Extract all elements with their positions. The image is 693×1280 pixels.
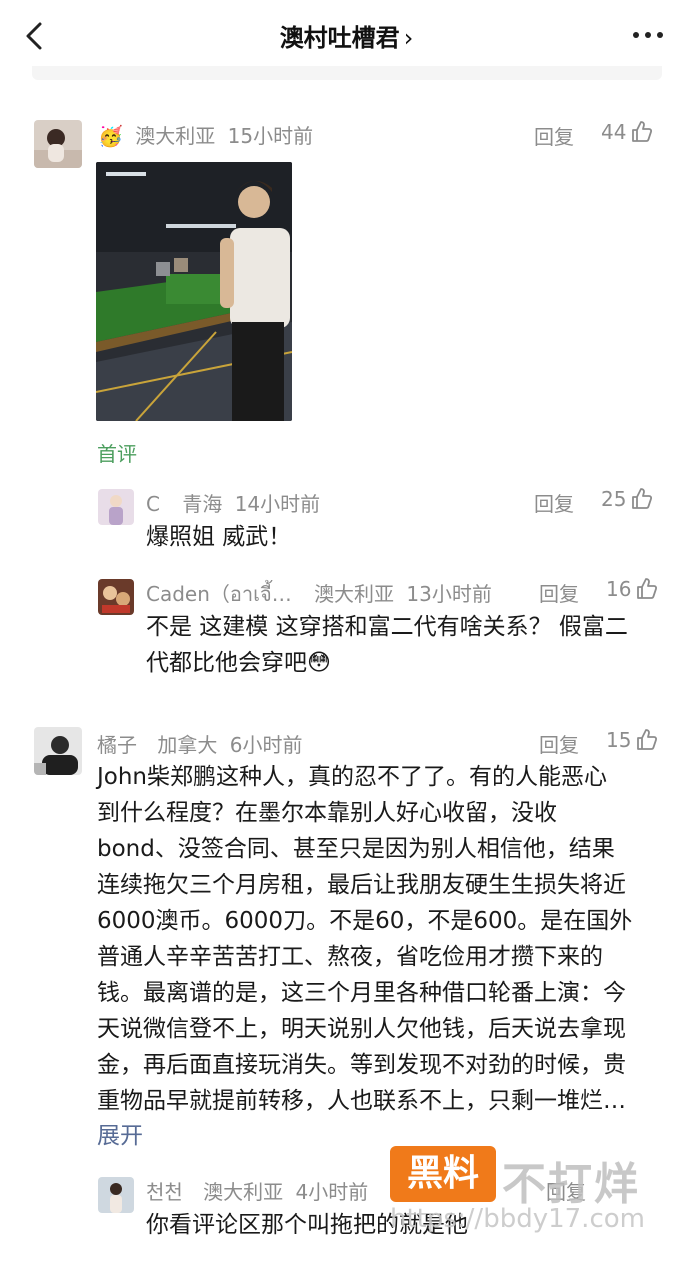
- more-dots-icon[interactable]: [631, 26, 665, 44]
- reply-location: 澳大利亚: [314, 582, 395, 606]
- comment-text-line: 普通人辛辛苦苦打工、熬夜，省吃俭用才攒下来的: [97, 944, 603, 970]
- comment-time: 15小时前: [227, 124, 314, 148]
- header-divider: [32, 66, 662, 80]
- reply-username: Caden（อาเจี้…: [146, 582, 292, 606]
- page-title[interactable]: 澳村吐槽君 ›: [0, 18, 693, 53]
- reply-text-line: 代都比他会穿吧😳: [146, 650, 331, 676]
- reply-meta: 천천 澳大利亚 4小时前: [146, 1176, 374, 1205]
- comment-location: 加拿大: [157, 733, 218, 757]
- title-chevron-icon: ›: [403, 24, 414, 52]
- avatar[interactable]: [98, 489, 134, 525]
- like-button[interactable]: 16: [606, 577, 659, 601]
- reply-time: 14小时前: [234, 492, 321, 516]
- like-count: 15: [606, 728, 632, 752]
- top-bar: 澳村吐槽君 ›: [0, 0, 693, 72]
- comment-text-line: John柴郑鹏这种人，真的忍不了了。有的人能恶心: [97, 764, 608, 790]
- expand-link[interactable]: 展开: [97, 1118, 143, 1154]
- like-count: 25: [601, 487, 627, 511]
- thumbs-up-icon: [637, 578, 658, 599]
- like-button[interactable]: 44: [601, 120, 654, 144]
- reply-meta: Caden（อาเจี้… 澳大利亚 13小时前: [146, 578, 498, 610]
- comment-text-line: 连续拖欠三个月房租，最后让我朋友硬生生损失将近: [97, 872, 626, 898]
- reply-text: 爆照姐 威武！: [146, 524, 292, 550]
- comment-text-line: 到什么程度？在墨尔本靠别人好心收留，没收: [97, 800, 557, 826]
- reply-button[interactable]: 回复: [546, 1176, 586, 1205]
- reply-username: C: [146, 492, 160, 516]
- reply-time: 4小时前: [295, 1180, 369, 1204]
- comment-text-line: 金，再后面直接玩消失。等到发现不对劲的时候，贵: [97, 1052, 626, 1078]
- reply-button[interactable]: 回复: [539, 729, 579, 758]
- comment-text-line: 钱。最离谱的是，这三个月里各种借口轮番上演：今: [97, 980, 626, 1006]
- comment-meta: 橘子 加拿大 6小时前: [97, 729, 308, 758]
- like-button[interactable]: 25: [601, 487, 654, 511]
- page-title-text: 澳村吐槽君: [279, 24, 400, 52]
- like-count: 44: [601, 120, 627, 144]
- comment-text-line: 天说微信登不上，明天说别人欠他钱，后天说去拿现: [97, 1016, 626, 1042]
- avatar[interactable]: [98, 579, 134, 615]
- reply-meta: C 青海 14小时前: [146, 488, 326, 517]
- comment-text-line: 6000澳币。6000刀。不是60，不是600。是在国外: [97, 908, 633, 934]
- thumbs-up-icon: [632, 121, 653, 142]
- comment-location: 澳大利亚: [135, 124, 216, 148]
- reply-location: 青海: [182, 492, 223, 516]
- like-count: 16: [606, 577, 632, 601]
- avatar[interactable]: [98, 1177, 134, 1213]
- reply-text: 你看评论区那个叫拖把的就是他: [146, 1212, 468, 1238]
- reply-text-line: 不是 这建模 这穿搭和富二代有啥关系？ 假富二: [146, 614, 628, 640]
- thumbs-up-icon: [637, 729, 658, 750]
- like-button[interactable]: 15: [606, 728, 659, 752]
- reply-username: 천천: [146, 1180, 183, 1204]
- reply-button[interactable]: 回复: [539, 578, 579, 607]
- watermark-badge: 黑料: [390, 1146, 496, 1202]
- comment-time: 6小时前: [229, 733, 303, 757]
- avatar[interactable]: [34, 120, 82, 168]
- avatar[interactable]: [34, 727, 82, 775]
- comment-username: 橘子: [97, 733, 137, 757]
- thumbs-up-icon: [632, 488, 653, 509]
- reply-location: 澳大利亚: [203, 1180, 284, 1204]
- comment-text-line: 重物品早就提前转移，人也联系不上，只剩一堆烂…: [97, 1088, 626, 1114]
- comment-photo[interactable]: [96, 162, 292, 421]
- reply-button[interactable]: 回复: [534, 121, 574, 150]
- first-comment-badge: 首评: [97, 442, 137, 466]
- comment-text-line: bond、没签合同、甚至只是因为别人相信他，结果: [97, 836, 615, 862]
- comment-meta: 🥳 澳大利亚 15小时前: [98, 120, 319, 149]
- party-face-emoji: 🥳: [98, 124, 123, 148]
- reply-time: 13小时前: [406, 582, 492, 606]
- reply-button[interactable]: 回复: [534, 488, 574, 517]
